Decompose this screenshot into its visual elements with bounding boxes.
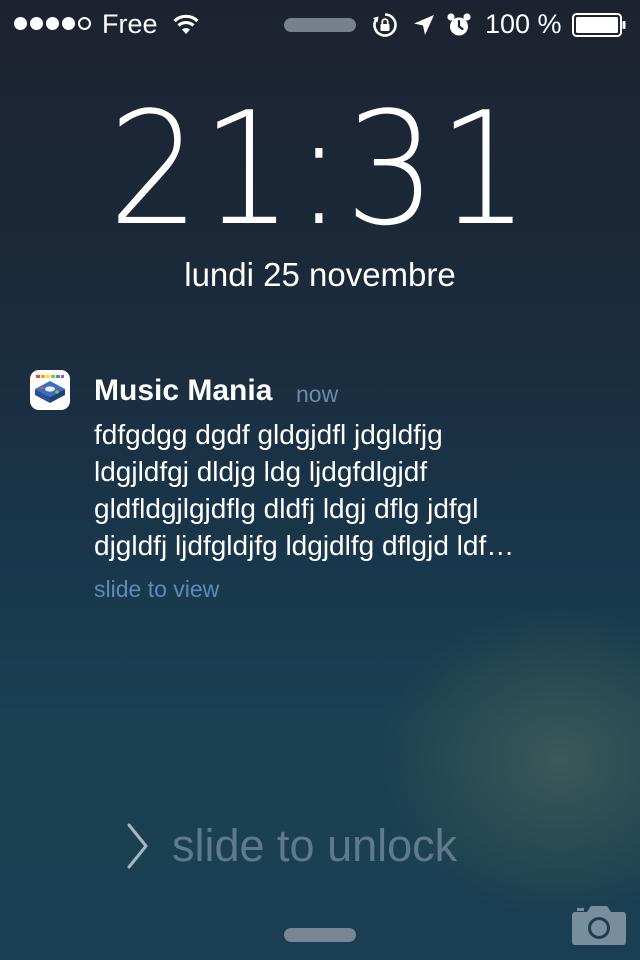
notification-timestamp: now [296, 381, 339, 407]
status-bar: Free 100 % [0, 0, 640, 48]
signal-strength-indicator [14, 17, 91, 30]
notification-center-grabber[interactable] [284, 18, 356, 32]
signal-dot [14, 17, 27, 30]
lock-screen-date: lundi 25 novembre [184, 256, 456, 293]
location-arrow-icon [414, 15, 434, 35]
signal-dot [62, 17, 75, 30]
battery-icon [572, 13, 626, 37]
chevron-right-icon [127, 823, 148, 869]
notification-banner[interactable]: Music Mania now fdfgdgg dgdf gldgjdfl jd… [30, 368, 620, 608]
lock-screen-clock: 21:31 [0, 84, 640, 254]
signal-dot [46, 17, 59, 30]
wifi-icon [173, 14, 199, 34]
music-mania-app-icon [30, 370, 70, 410]
signal-dot [30, 17, 43, 30]
camera-icon[interactable] [571, 902, 627, 946]
slide-to-view-label[interactable]: slide to view [94, 575, 219, 603]
control-center-grabber[interactable] [284, 928, 356, 942]
alarm-clock-icon [447, 13, 471, 36]
notification-app-name: Music Mania [94, 374, 273, 407]
battery-percentage: 100 % [485, 9, 562, 39]
rotation-lock-icon [373, 13, 397, 37]
notification-message: fdfgdgg dgdf gldgjdfl jdgldfjg ldgjldfgj… [94, 419, 515, 561]
carrier-name: Free [102, 9, 158, 39]
slide-to-unlock-slider[interactable]: slide to unlock [126, 818, 457, 874]
slide-to-unlock-label: slide to unlock [172, 820, 458, 871]
clock-time: 21:31 [108, 78, 532, 260]
signal-dot-empty [78, 17, 91, 30]
